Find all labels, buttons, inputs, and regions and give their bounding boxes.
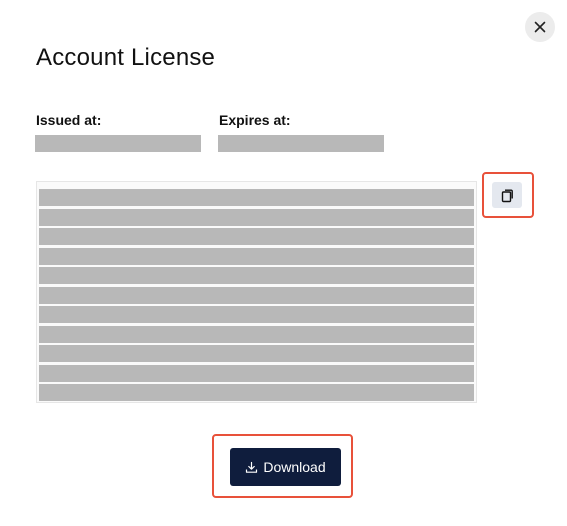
download-highlight: Download [212, 434, 353, 498]
license-line-redacted [39, 208, 474, 226]
license-line-redacted [39, 286, 474, 304]
copy-highlight [482, 172, 534, 218]
license-line-redacted [39, 189, 474, 206]
issued-at-value-redacted [35, 135, 201, 152]
license-line-redacted [39, 345, 474, 362]
license-line-redacted [39, 267, 474, 284]
license-key-text [39, 189, 474, 404]
license-line-redacted [39, 306, 474, 323]
license-line-redacted [39, 384, 474, 401]
license-line-redacted [39, 247, 474, 265]
expires-at-value-redacted [218, 135, 384, 152]
copy-button[interactable] [492, 182, 522, 208]
license-key-box [36, 181, 477, 403]
download-label: Download [263, 459, 326, 475]
download-button[interactable]: Download [230, 448, 341, 486]
close-button[interactable] [525, 12, 555, 42]
close-icon [534, 21, 546, 33]
license-line-redacted [39, 228, 474, 245]
expires-at-label: Expires at: [219, 112, 291, 128]
issued-at-label: Issued at: [36, 112, 102, 128]
license-line-redacted [39, 364, 474, 382]
copy-icon [501, 189, 513, 203]
license-line-redacted [39, 325, 474, 343]
dialog-title: Account License [36, 44, 216, 71]
download-icon [246, 461, 258, 473]
